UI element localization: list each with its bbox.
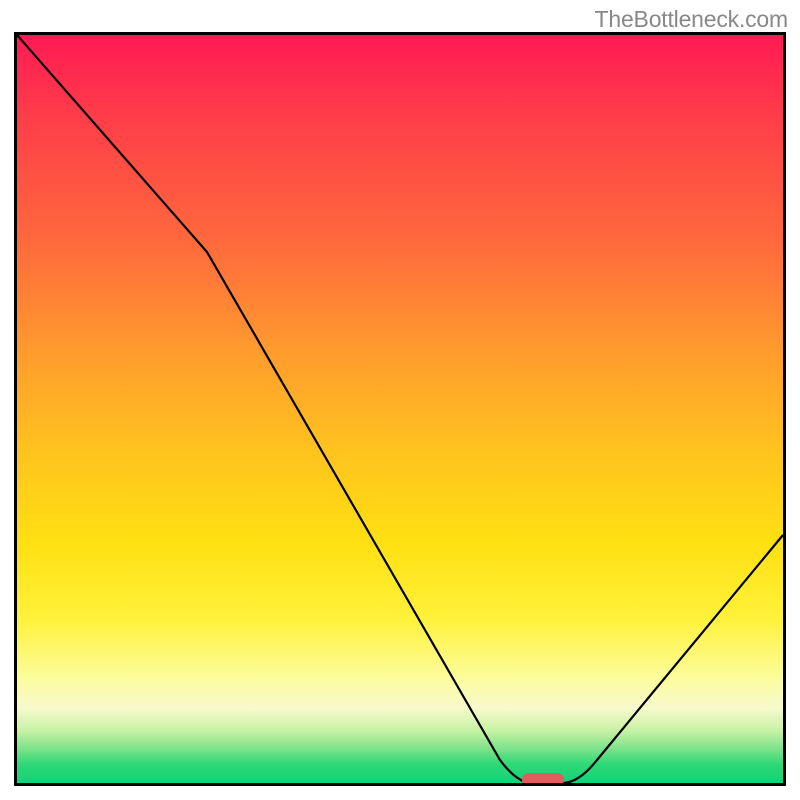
chart-container: TheBottleneck.com [0, 0, 800, 800]
plot-frame [14, 32, 786, 786]
plot-svg [17, 35, 783, 783]
optimum-marker [522, 773, 564, 783]
bottleneck-curve [17, 35, 783, 783]
watermark-text: TheBottleneck.com [595, 6, 788, 33]
